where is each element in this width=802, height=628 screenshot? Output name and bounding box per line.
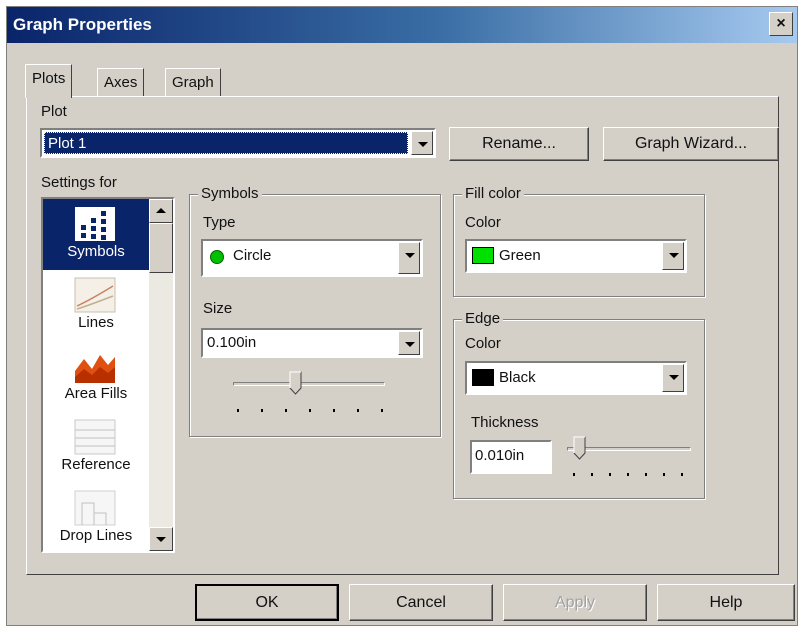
symbol-size-select[interactable]: 0.100in	[201, 328, 423, 358]
symbol-type-label: Type	[203, 214, 236, 231]
slider-tick	[591, 473, 593, 476]
fill-color-value: Green	[499, 247, 541, 264]
symbols-icon	[75, 207, 115, 241]
settings-for-label: Settings for	[41, 174, 117, 191]
edge-color-select[interactable]: Black	[465, 361, 687, 395]
lines-icon	[74, 277, 116, 313]
fill-color-label: Color	[465, 214, 501, 231]
symbols-group-title: Symbols	[198, 185, 262, 202]
list-item-lines[interactable]: Lines	[43, 270, 149, 341]
color-swatch	[472, 247, 494, 264]
slider-tick	[609, 473, 611, 476]
area-fills-icon	[75, 355, 115, 383]
plot-select[interactable]: Plot 1	[40, 128, 436, 158]
ok-button[interactable]: OK	[195, 584, 339, 621]
slider-thumb[interactable]	[573, 436, 586, 460]
scrollbar-thumb[interactable]	[149, 223, 173, 273]
slider-tick	[309, 409, 311, 412]
slider-tick	[261, 409, 263, 412]
tab-graph[interactable]: Graph	[165, 68, 221, 97]
rename-button[interactable]: Rename...	[449, 127, 589, 161]
slider-tick	[627, 473, 629, 476]
apply-button[interactable]: Apply	[503, 584, 647, 621]
tab-axes-label: Axes	[104, 74, 138, 91]
slider-tick	[237, 409, 239, 412]
apply-button-label: Apply	[554, 594, 596, 611]
window-title: Graph Properties	[13, 15, 152, 34]
list-item-label: Area Fills	[64, 385, 128, 402]
chevron-down-icon[interactable]	[662, 242, 684, 270]
plot-label: Plot	[41, 103, 67, 120]
list-item-drop-lines[interactable]: Drop Lines	[43, 483, 149, 554]
list-scrollbar[interactable]	[149, 199, 173, 551]
ok-button-label: OK	[255, 594, 279, 611]
list-item-reference[interactable]: Reference	[43, 412, 149, 483]
title-bar: Graph Properties ×	[7, 7, 797, 43]
list-item-label: Drop Lines	[59, 527, 133, 544]
edge-color-label: Color	[465, 335, 501, 352]
symbol-size-label: Size	[203, 300, 233, 317]
list-item-label: Symbols	[67, 243, 125, 260]
slider-tick	[381, 409, 383, 412]
close-icon: ×	[776, 15, 786, 32]
graph-wizard-button[interactable]: Graph Wizard...	[603, 127, 779, 161]
scroll-down-icon[interactable]	[149, 527, 173, 551]
symbol-type-value: Circle	[233, 247, 272, 264]
slider-thumb[interactable]	[289, 371, 302, 395]
help-button[interactable]: Help	[657, 584, 795, 621]
cancel-button[interactable]: Cancel	[349, 584, 493, 621]
plot-select-value: Plot 1	[44, 132, 408, 154]
tab-plots[interactable]: Plots	[25, 64, 73, 98]
settings-list[interactable]: Symbols Lines Area Fills Reference Drop …	[41, 197, 175, 553]
thickness-label: Thickness	[471, 414, 539, 431]
symbol-size-value: 0.100in	[207, 334, 257, 351]
list-item-symbols[interactable]: Symbols	[43, 199, 149, 270]
chevron-down-icon[interactable]	[398, 242, 420, 274]
fill-color-select[interactable]: Green	[465, 239, 687, 273]
thickness-value: 0.010in	[475, 447, 525, 464]
list-item-label: Lines	[78, 314, 114, 331]
chevron-down-icon[interactable]	[662, 364, 684, 392]
tab-axes[interactable]: Axes	[97, 68, 145, 97]
tab-graph-label: Graph	[172, 74, 214, 91]
slider-track	[233, 382, 385, 386]
rename-button-label: Rename...	[482, 135, 556, 152]
help-button-label: Help	[709, 594, 743, 611]
close-button[interactable]: ×	[769, 12, 793, 36]
drop-lines-icon	[74, 490, 116, 526]
scroll-up-icon[interactable]	[149, 199, 173, 223]
cancel-button-label: Cancel	[396, 594, 446, 611]
slider-tick	[681, 473, 683, 476]
slider-tick	[285, 409, 287, 412]
color-swatch	[472, 369, 494, 386]
edge-color-value: Black	[499, 369, 536, 386]
slider-tick	[573, 473, 575, 476]
edge-group-title: Edge	[462, 310, 504, 327]
list-item-label: Reference	[61, 456, 131, 473]
slider-tick	[645, 473, 647, 476]
thickness-field[interactable]: 0.010in	[470, 440, 552, 474]
slider-tick	[357, 409, 359, 412]
chevron-down-icon[interactable]	[411, 131, 433, 155]
symbol-size-slider[interactable]	[233, 371, 387, 419]
list-item-area-fills[interactable]: Area Fills	[43, 341, 149, 412]
symbol-type-select[interactable]: Circle	[201, 239, 423, 277]
fill-color-group-title: Fill color	[462, 185, 524, 202]
thickness-slider[interactable]	[567, 432, 691, 480]
slider-tick	[663, 473, 665, 476]
slider-tick	[333, 409, 335, 412]
tab-plots-label: Plots	[32, 70, 66, 87]
chevron-down-icon[interactable]	[398, 331, 420, 355]
reference-icon	[74, 419, 116, 455]
graph-wizard-button-label: Graph Wizard...	[634, 135, 748, 152]
circle-icon	[210, 250, 224, 264]
graph-properties-dialog: Graph Properties × Plots Axes Graph Plot…	[6, 6, 798, 626]
